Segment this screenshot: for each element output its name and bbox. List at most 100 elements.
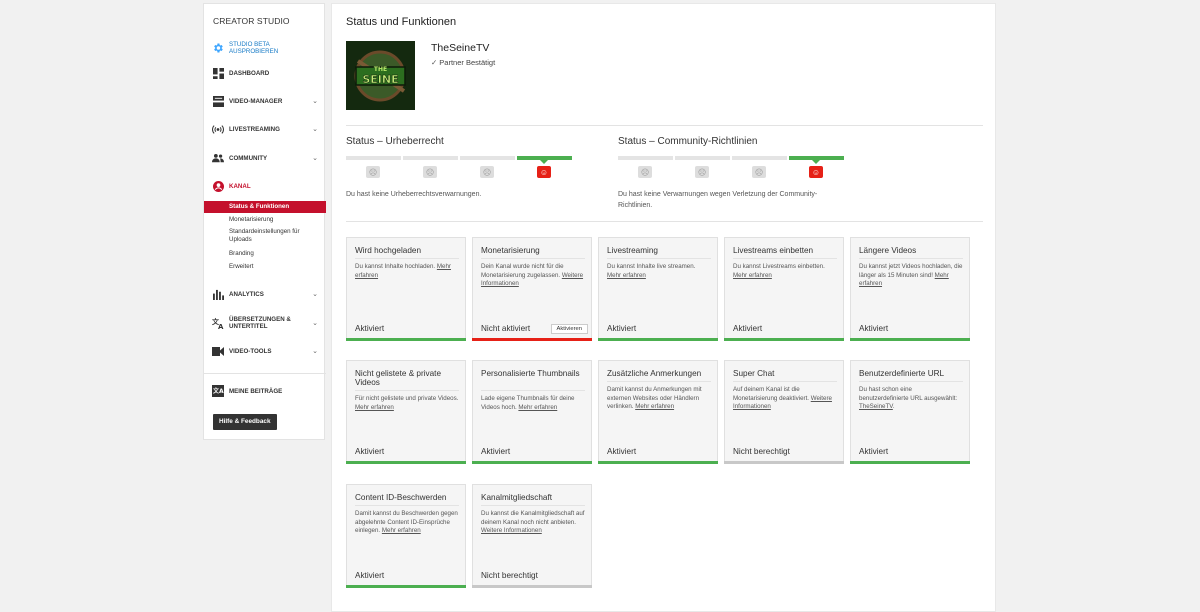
sidebar-divider [204,373,326,374]
chevron-down-icon[interactable]: ⌄ [312,347,318,355]
feature-card: Zusätzliche Anmerkungen Damit kannst du A… [598,360,718,464]
learn-more-link[interactable]: Mehr erfahren [733,272,772,279]
copyright-status: Status – Urheberrecht ☹ ☹ ☹ ☺ Du hast ke… [346,136,572,198]
page-title: Status und Funktionen [346,16,457,28]
sidebar-item-label: ANALYTICS [229,290,264,298]
copyright-strikes: ☹ ☹ ☹ ☺ [346,156,572,180]
sidebar-item-contributions[interactable]: 文A MEINE BEITRÄGE [204,384,326,398]
help-feedback-button[interactable]: Hilfe & Feedback [213,414,277,430]
sidebar-subitem-monetarisierung[interactable]: Monetarisierung [229,216,309,224]
active-notch [812,160,820,164]
learn-more-link[interactable]: Mehr erfahren [382,527,421,534]
learn-more-link[interactable]: TheSeineTV [859,403,893,410]
feature-card-status: Nicht berechtigt [481,571,538,580]
feature-card-description: Du kannst Inhalte live streamen. Mehr er… [607,263,696,279]
feature-card-divider [733,381,837,382]
svg-text:A: A [218,323,224,329]
feature-card: Content ID-Beschwerden Damit kannst du Be… [346,484,466,588]
feature-card-title: Livestreams einbetten [733,246,814,255]
chevron-down-icon[interactable]: ⌄ [312,154,318,162]
feature-card: Benutzerdefinierte URL Du hast schon eine… [850,360,970,464]
learn-more-link[interactable]: Mehr erfahren [859,272,949,288]
svg-text:SEINE: SEINE [362,73,398,86]
sidebar-item-label: LIVESTREAMING [229,125,280,133]
feature-card-title: Zusätzliche Anmerkungen [607,369,702,378]
channel-icon [212,180,224,192]
sidebar-item-label: COMMUNITY [229,154,268,162]
learn-more-link[interactable]: Weitere Informationen [481,527,542,534]
feature-card-status-bar [724,461,844,464]
strike-segment [732,156,787,160]
feature-card-status-bar [598,461,718,464]
sad-face-icon: ☹ [752,166,766,178]
happy-face-icon: ☺ [809,166,823,178]
feature-card-title: Wird hochgeladen [355,246,421,255]
sidebar-item-community[interactable]: COMMUNITY ⌄ [204,151,326,165]
sidebar-subitem-branding[interactable]: Branding [229,250,309,258]
learn-more-link[interactable]: Mehr erfahren [355,404,394,411]
activate-button[interactable]: Aktivieren [550,324,588,334]
strike-segment [675,156,730,160]
sidebar-subitem-status[interactable]: Status & Funktionen [204,201,326,213]
channel-avatar[interactable]: THE SEINE [346,41,415,110]
chevron-down-icon[interactable]: ⌄ [312,125,318,133]
feature-card: Kanalmitgliedschaft Du kannst die Kanalmi… [472,484,592,588]
feature-card-description: Auf deinem Kanal ist die Monetarisierung… [733,386,832,411]
sad-face-icon: ☹ [638,166,652,178]
gear-icon [212,42,224,54]
feature-card: Längere Videos Du kannst jetzt Videos hoc… [850,237,970,341]
sidebar-item-label: ÜBERSETZUNGEN & UNTERTITEL [229,316,291,330]
feature-card-status-bar [346,585,466,588]
feature-card-divider [733,258,837,259]
translate-icon: 文A [212,317,224,329]
feature-card-status: Aktiviert [355,447,385,456]
feature-card-title: Benutzerdefinierte URL [859,369,945,378]
sidebar-item-label: VIDEO-TOOLS [229,347,272,355]
feature-card-status: Aktiviert [355,324,385,333]
chevron-down-icon[interactable]: ⌄ [312,319,318,327]
chevron-down-icon[interactable]: ⌄ [312,290,318,298]
feature-card-divider [481,505,585,506]
strike-segment [346,156,401,160]
feature-card-divider [355,258,459,259]
feature-card-description: Du kannst Inhalte hochladen. Mehr erfahr… [355,263,451,279]
learn-more-link[interactable]: Weitere Informationen [481,272,583,288]
feature-card-status: Aktiviert [607,447,637,456]
feature-card-title: Nicht gelistete & private Videos [355,369,442,387]
sidebar-item-livestreaming[interactable]: LIVESTREAMING ⌄ [204,122,326,136]
chevron-down-icon[interactable]: ⌄ [312,97,318,105]
feature-card-divider [607,381,711,382]
sad-face-icon: ☹ [695,166,709,178]
sidebar-item-dashboard[interactable]: DASHBOARD [204,66,326,80]
sidebar-item-translations[interactable]: 文A ÜBERSETZUNGEN & UNTERTITEL ⌄ [204,316,326,330]
learn-more-link[interactable]: Mehr erfahren [518,404,557,411]
divider [346,125,983,126]
svg-text:文A: 文A [212,387,224,395]
feature-card-divider [859,258,963,259]
avatar-logo-text: THE [374,66,387,73]
sidebar-item-analytics[interactable]: ANALYTICS ⌄ [204,287,326,301]
community-status-text: Du hast keine Verwarnungen wegen Verletz… [618,191,818,209]
sidebar-subitem-upload-defaults[interactable]: Standardeinstellungen für Uploads [229,228,309,244]
feature-card-title: Längere Videos [859,246,917,255]
learn-more-link[interactable]: Weitere Informationen [733,395,832,411]
sidebar-subitem-erweitert[interactable]: Erweitert [229,263,309,271]
contributions-icon: 文A [212,385,224,397]
sidebar-item-video-tools[interactable]: VIDEO-TOOLS ⌄ [204,344,326,358]
learn-more-link[interactable]: Mehr erfahren [635,403,674,410]
sidebar-item-kanal[interactable]: KANAL [204,179,326,193]
sidebar-item-studio-beta[interactable]: STUDIO BETA AUSPROBIEREN [204,40,326,56]
feature-card-title: Super Chat [733,369,775,378]
feature-card-description: Lade eigene Thumbnails für deine Videos … [481,395,575,411]
partner-status: ✓ Partner Bestätigt [431,58,495,67]
feature-card-status: Aktiviert [859,324,889,333]
analytics-icon [212,288,224,300]
feature-card-status: Aktiviert [859,447,889,456]
learn-more-link[interactable]: Mehr erfahren [607,272,646,279]
feature-card-status-bar [472,461,592,464]
learn-more-link[interactable]: Mehr erfahren [355,263,451,279]
sidebar-item-video-manager[interactable]: VIDEO-MANAGER ⌄ [204,94,326,108]
feature-card-status-bar [472,338,592,341]
feature-card-title: Personalisierte Thumbnails [481,369,580,378]
feature-card-title: Content ID-Beschwerden [355,493,447,502]
